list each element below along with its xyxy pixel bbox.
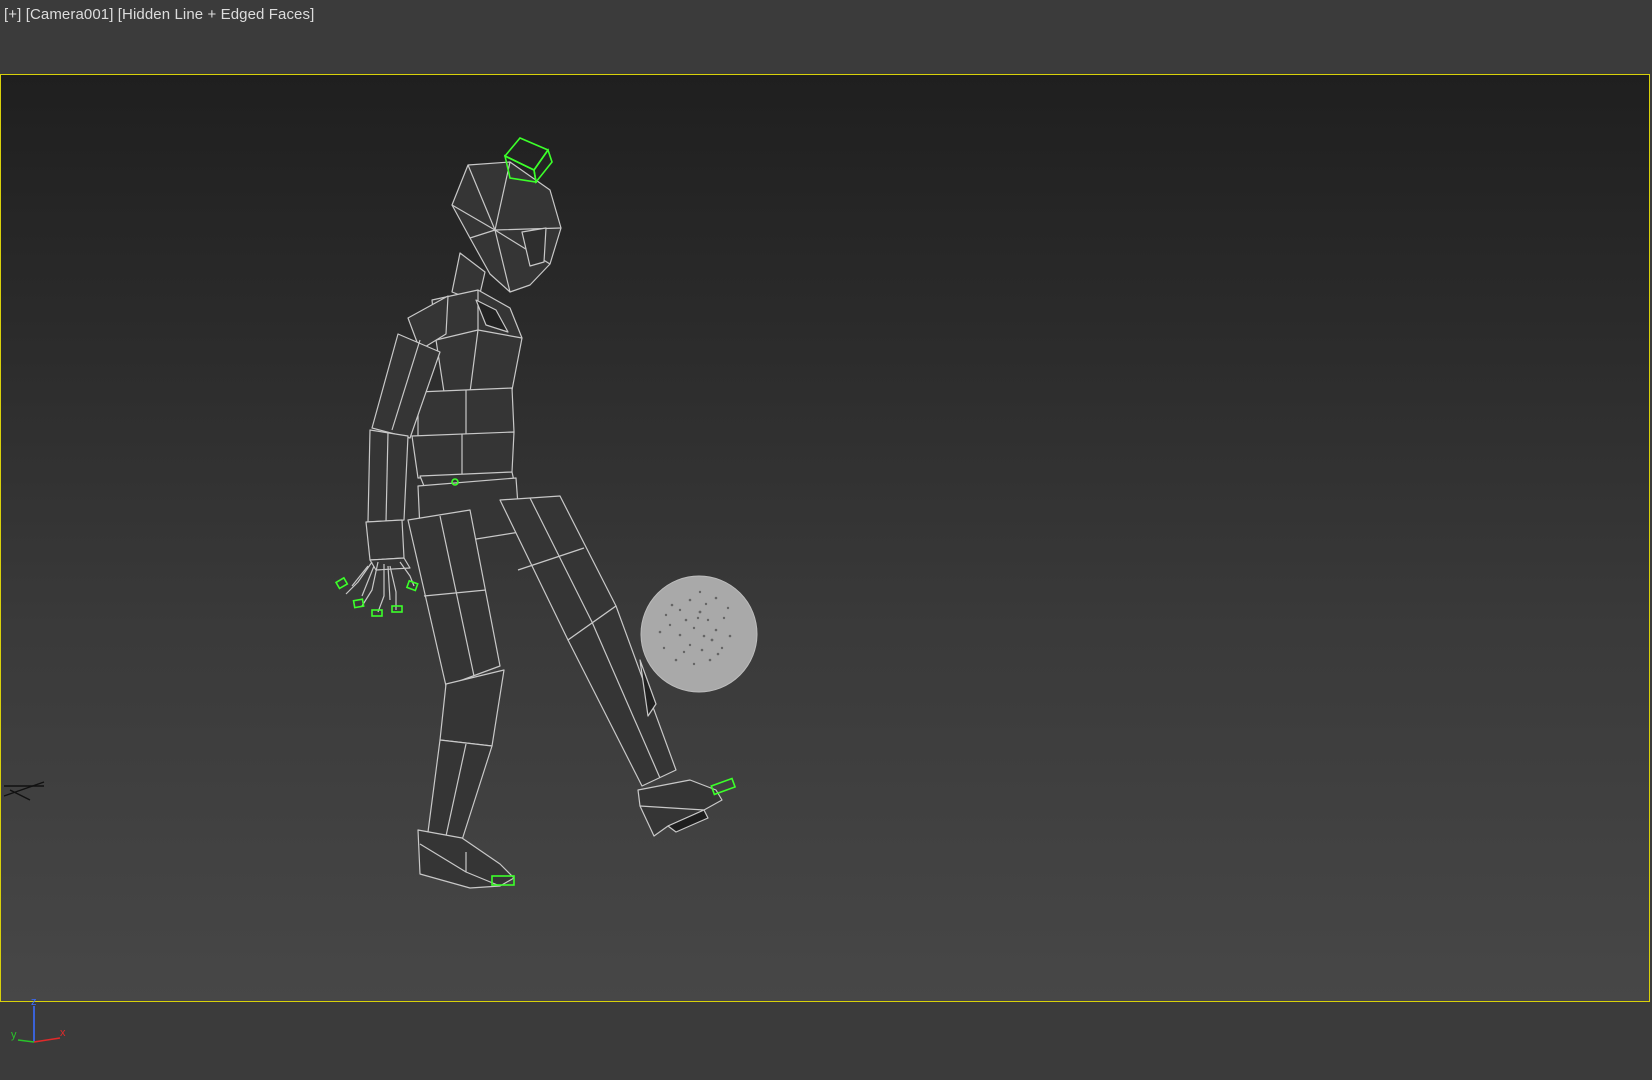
soccer-ball[interactable] bbox=[640, 575, 758, 693]
finger-nubs[interactable] bbox=[334, 576, 419, 617]
axis-x-label: x bbox=[60, 1027, 66, 1039]
axis-tripod-icon: z y x bbox=[11, 996, 66, 1043]
camera-viewport[interactable]: [+] [Camera001] [Hidden Line + Edged Fac… bbox=[0, 0, 1652, 1080]
axis-y-label: y bbox=[11, 1029, 17, 1041]
biped-root-marker[interactable] bbox=[3, 781, 45, 801]
scene-canvas[interactable] bbox=[0, 0, 1652, 1080]
biped-character[interactable] bbox=[345, 161, 723, 889]
biped-right-leg[interactable] bbox=[407, 509, 515, 889]
axis-z-label: z bbox=[31, 996, 37, 1008]
